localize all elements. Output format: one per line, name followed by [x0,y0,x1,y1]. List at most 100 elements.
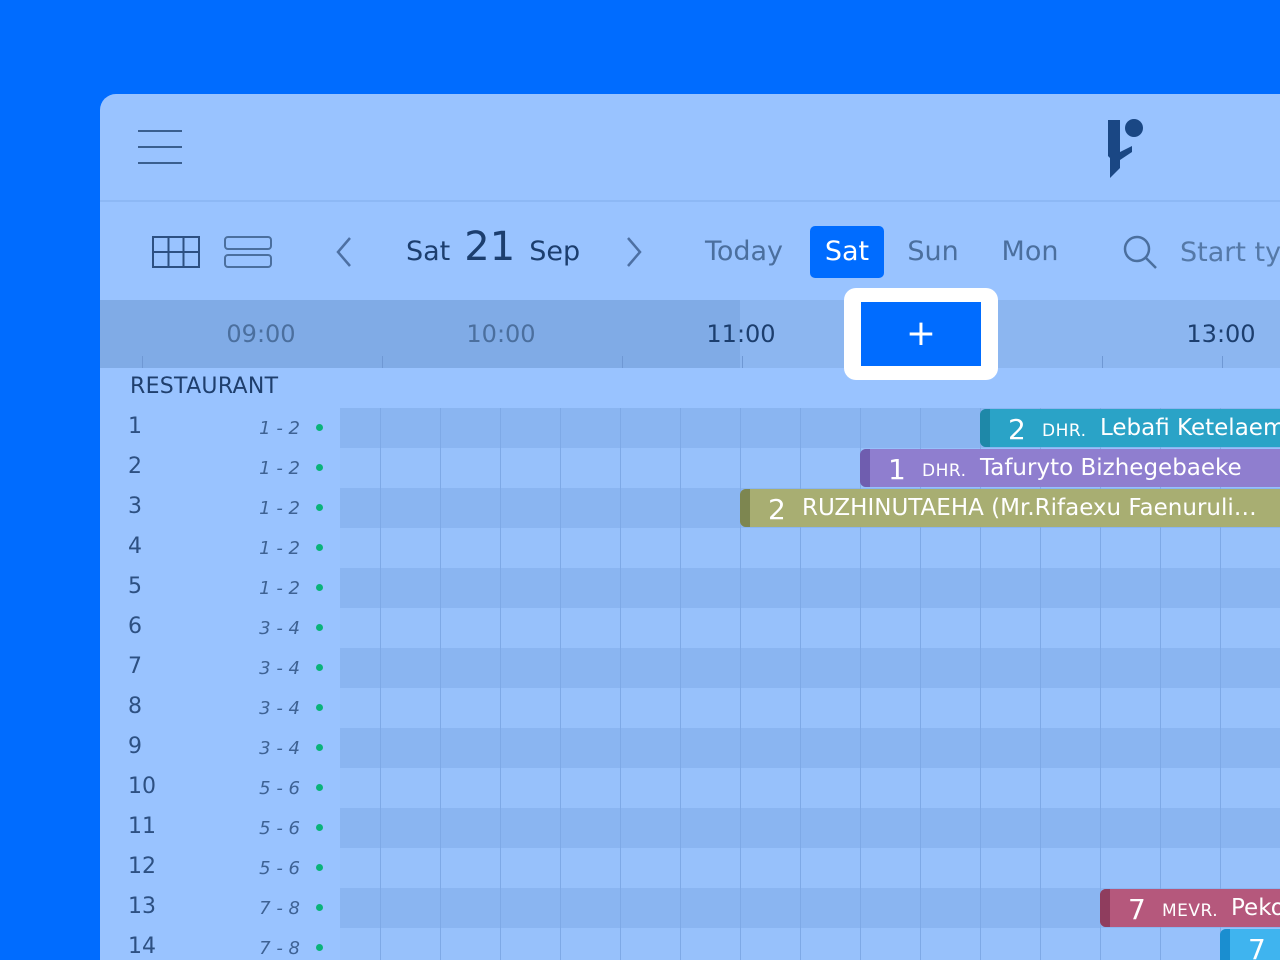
table-capacity: 3 - 4 [259,658,300,679]
date-month: Sep [529,236,581,267]
table-number: 2 [128,454,142,479]
table-number: 14 [128,934,156,959]
next-day-icon[interactable] [622,232,646,272]
reservation-title: DHR. [1042,421,1087,441]
hour-label: 09:00 [226,320,296,348]
status-dot [316,864,323,871]
table-number: 12 [128,854,156,879]
table-label: 5 1 - 2 [100,568,340,608]
table-label: 7 3 - 4 [100,648,340,688]
table-label: 10 5 - 6 [100,768,340,808]
table-label: 12 5 - 6 [100,848,340,888]
status-dot [316,824,323,831]
reservation-block[interactable]: 7 [1220,929,1280,960]
date-weekday: Sat [406,236,451,267]
table-label: 8 3 - 4 [100,688,340,728]
day-button-sun[interactable]: Sun [900,226,966,278]
menu-icon[interactable] [138,130,182,164]
table-timeline[interactable] [340,808,1280,848]
search-input[interactable] [1180,226,1280,278]
grid-line [560,408,561,960]
list-view-icon[interactable] [224,236,272,268]
status-dot [316,704,323,711]
date-day: 21 [464,224,516,270]
day-button-mon[interactable]: Mon [994,226,1066,278]
table-row: 7 3 - 4 [100,648,1280,688]
grid-line [620,408,621,960]
table-number: 10 [128,774,156,799]
table-timeline[interactable] [340,528,1280,568]
reservation-guests: 2 [1008,413,1026,446]
reservation-guests: 7 [1128,893,1146,926]
status-dot [316,504,323,511]
table-label: 9 3 - 4 [100,728,340,768]
reservation-guests: 1 [888,453,906,486]
prev-day-icon[interactable] [332,232,356,272]
grid-line [440,408,441,960]
table-capacity: 5 - 6 [259,778,300,799]
app-window: Sat 21 Sep Today Sat Sun Mon 09:00 10:00… [100,94,1280,960]
table-timeline[interactable] [340,728,1280,768]
status-dot [316,464,323,471]
table-capacity: 3 - 4 [259,698,300,719]
table-timeline[interactable] [340,568,1280,608]
status-dot [316,744,323,751]
table-number: 9 [128,734,142,759]
table-number: 11 [128,814,156,839]
status-dot [316,664,323,671]
current-date: Sat 21 Sep [406,224,580,280]
table-row: 4 1 - 2 [100,528,1280,568]
hour-label: 10:00 [466,320,536,348]
table-timeline[interactable] [340,688,1280,728]
add-highlight: + [844,288,998,380]
reservation-block[interactable]: 2 RUZHINUTAEHA (Mr.Rifaexu Faenuruli… [740,489,1280,527]
table-capacity: 5 - 6 [259,818,300,839]
table-capacity: 1 - 2 [259,458,300,479]
reservation-block[interactable]: 1 DHR. Tafuryto Bizhegebaeke [860,449,1280,487]
grid-view-icon[interactable] [152,236,200,268]
status-dot [316,944,323,951]
grid-line [500,408,501,960]
table-label: 3 1 - 2 [100,488,340,528]
table-capacity: 7 - 8 [259,898,300,919]
reservation-title: MEVR. [1162,901,1219,921]
reservation-block[interactable]: 7 MEVR. Peko [1100,889,1280,927]
table-number: 3 [128,494,142,519]
hour-label: 11:00 [706,320,776,348]
table-number: 6 [128,614,142,639]
add-reservation-button[interactable]: + [861,302,981,366]
day-button-sat[interactable]: Sat [810,226,884,278]
table-capacity: 1 - 2 [259,498,300,519]
table-label: 14 7 - 8 [100,928,340,960]
reservation-title: DHR. [922,461,967,481]
table-number: 8 [128,694,142,719]
reservation-guests: 7 [1248,933,1266,960]
reservation-block[interactable]: 2 DHR. Lebafi Ketelaem [980,409,1280,447]
search-icon[interactable] [1122,234,1158,270]
table-row: 10 5 - 6 [100,768,1280,808]
top-bar [100,94,1280,202]
table-capacity: 1 - 2 [259,578,300,599]
time-header: 09:00 10:00 11:00 13:00 [100,300,1280,368]
table-label: 2 1 - 2 [100,448,340,488]
table-timeline[interactable] [340,848,1280,888]
section-header: RESTAURANT [100,368,1280,410]
table-capacity: 7 - 8 [259,938,300,959]
table-timeline[interactable] [340,608,1280,648]
section-name: RESTAURANT [130,374,279,399]
table-row: 12 5 - 6 [100,848,1280,888]
brand-logo-icon [1108,119,1143,178]
table-timeline[interactable] [340,928,1280,960]
background-frame: Sat 21 Sep Today Sat Sun Mon 09:00 10:00… [0,0,1280,960]
today-button[interactable]: Today [698,226,790,278]
table-number: 7 [128,654,142,679]
table-timeline[interactable] [340,648,1280,688]
table-capacity: 3 - 4 [259,738,300,759]
table-row: 8 3 - 4 [100,688,1280,728]
table-row: 6 3 - 4 [100,608,1280,648]
table-number: 4 [128,534,142,559]
status-dot [316,904,323,911]
reservation-name: RUZHINUTAEHA (Mr.Rifaexu Faenuruli… [802,495,1257,521]
table-timeline[interactable] [340,768,1280,808]
table-capacity: 1 - 2 [259,538,300,559]
